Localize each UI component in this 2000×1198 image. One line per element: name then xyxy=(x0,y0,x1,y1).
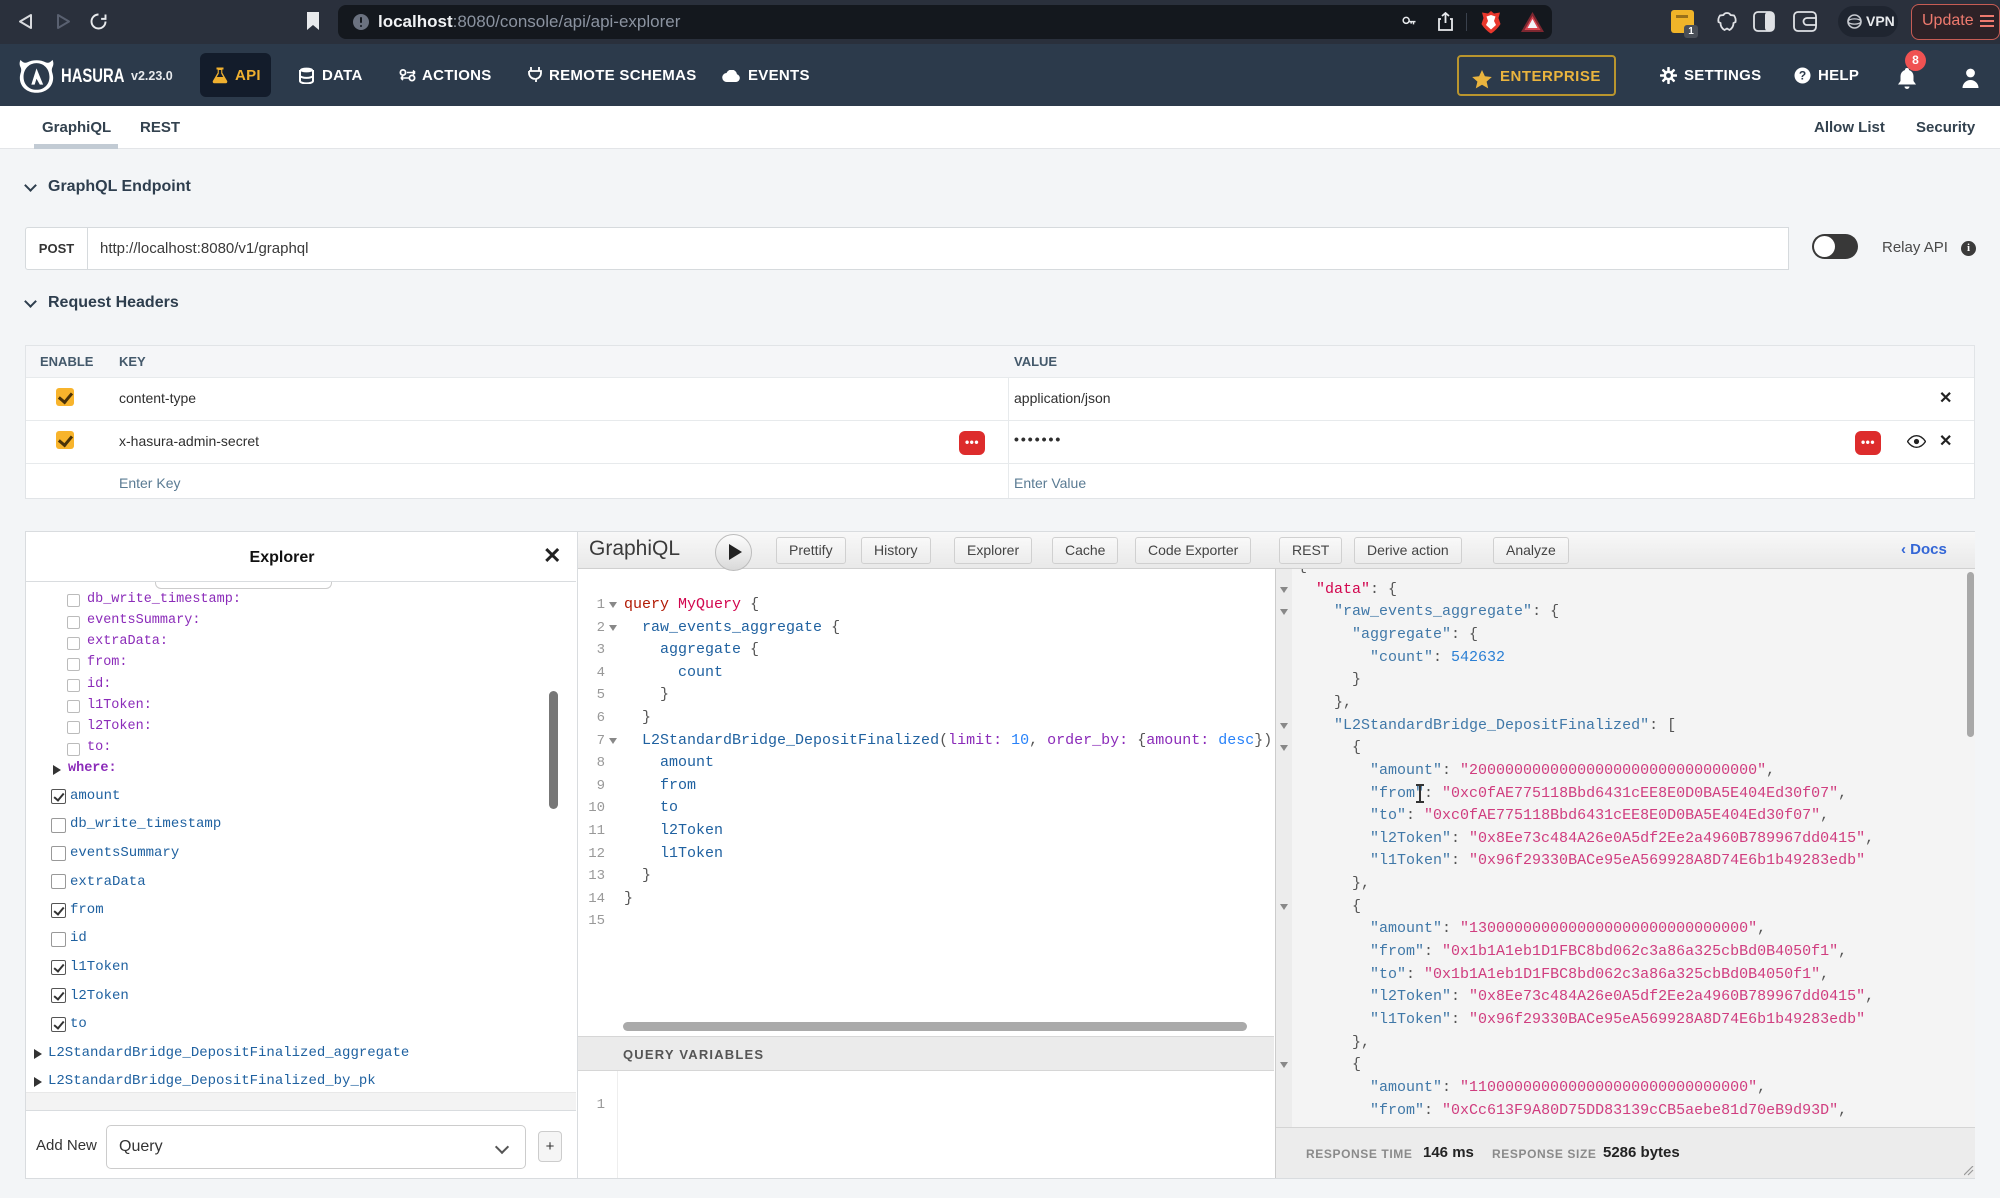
svg-text:?: ? xyxy=(1799,69,1806,83)
